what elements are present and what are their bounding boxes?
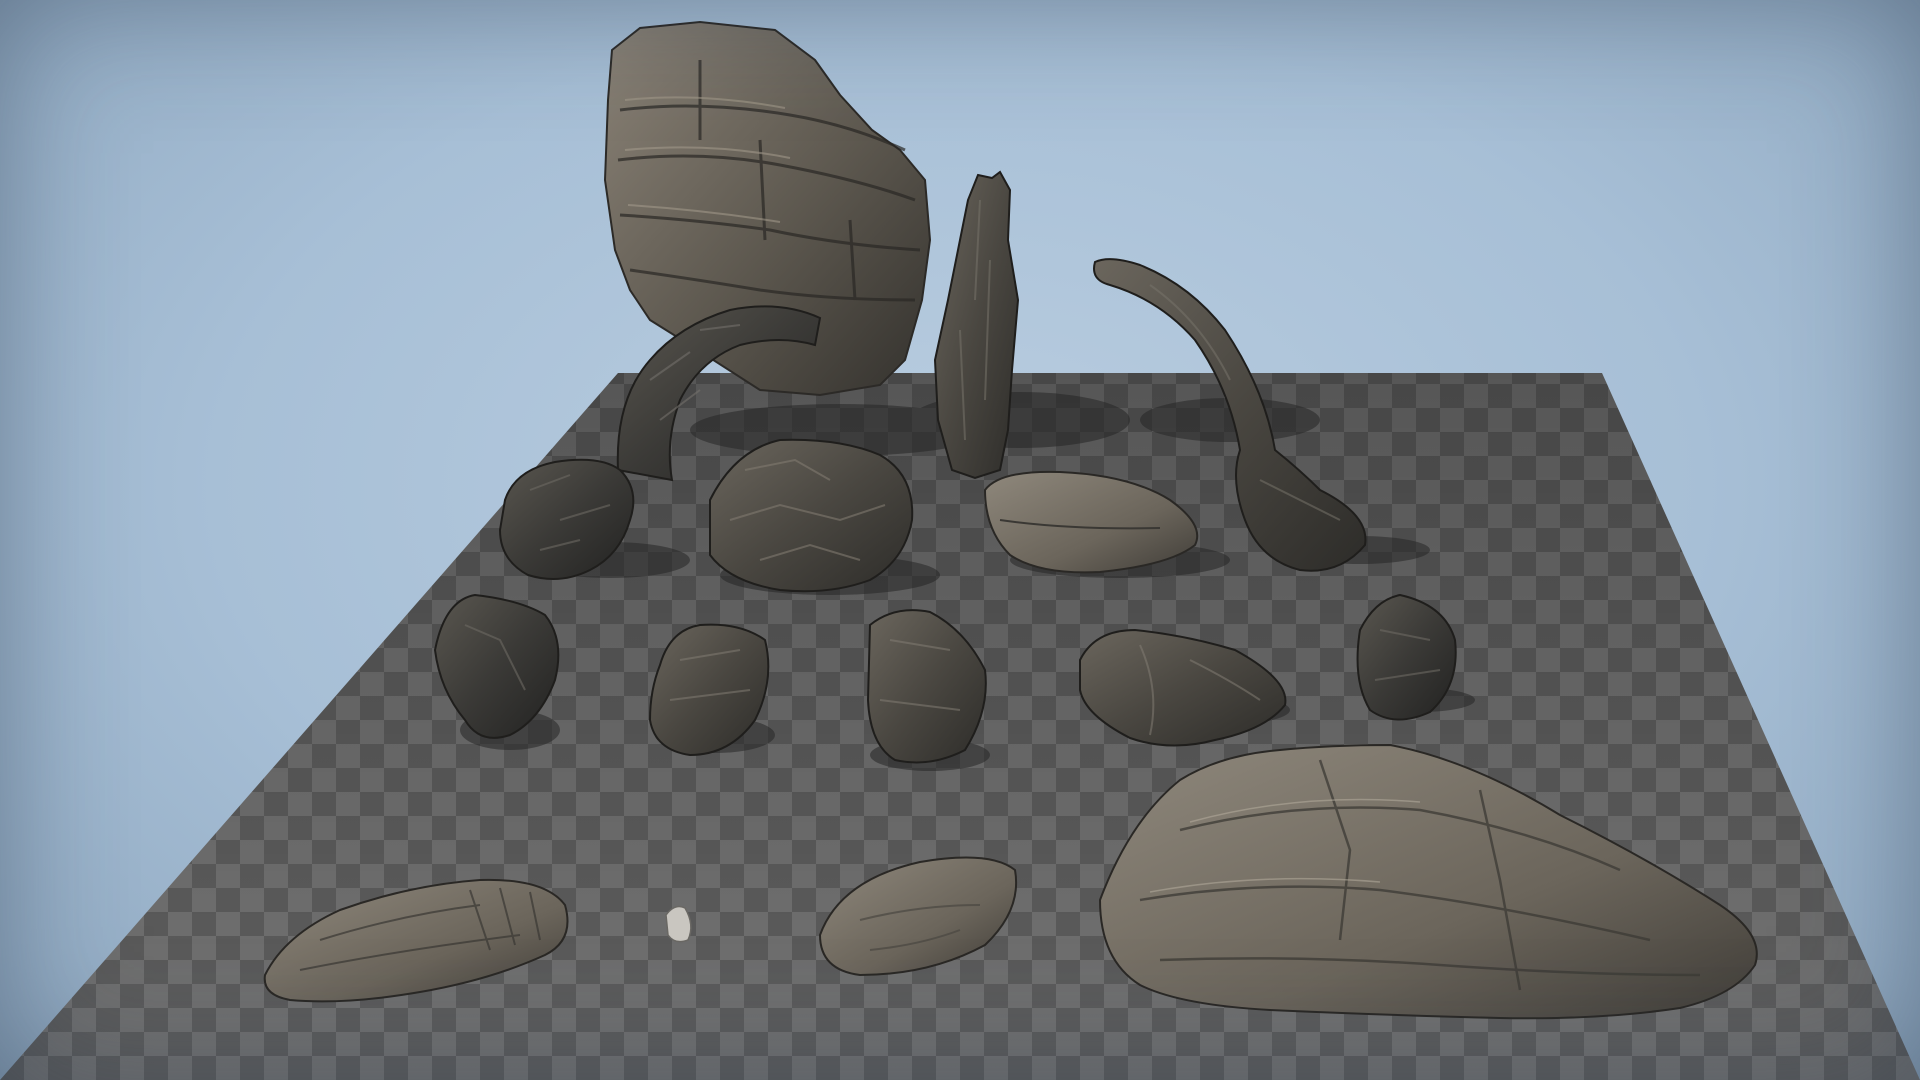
viewport-scene: [0, 0, 1920, 1080]
rock-cluster-large: [709, 438, 914, 593]
tall-spire-rock: [933, 170, 1020, 480]
tiny-pebble: [665, 905, 692, 943]
scene-canvas: [0, 20, 1920, 1080]
